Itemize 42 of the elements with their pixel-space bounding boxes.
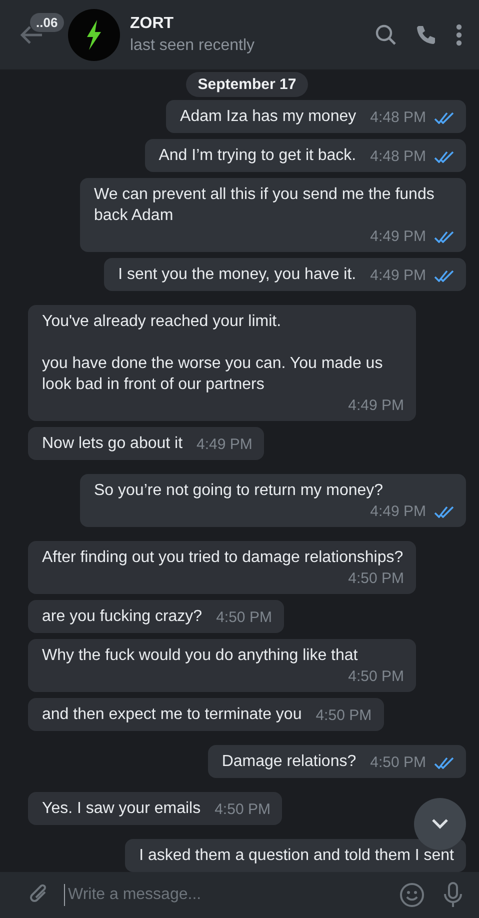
message-time: 4:49 PM xyxy=(370,267,426,285)
date-pill: September 17 xyxy=(186,72,308,97)
message-time: 4:50 PM xyxy=(348,668,404,686)
message-text: So you’re not going to return my money? xyxy=(94,481,384,501)
message-text: We can prevent all this if you send me the funds back Adam xyxy=(94,185,436,226)
message-text: Now lets go about it xyxy=(42,434,183,454)
smiley-icon xyxy=(399,882,425,908)
message-text: Why the fuck would you do anything like that xyxy=(42,646,358,666)
phone-icon xyxy=(415,24,437,46)
message-text: And I’m trying to get it back. xyxy=(158,146,356,166)
message-text: I asked them a question and told them I sent xyxy=(139,846,454,866)
lightning-icon xyxy=(85,20,103,50)
message-input-field[interactable]: Write a message... xyxy=(64,884,385,906)
message-text: Yes. I saw your emails xyxy=(42,799,201,819)
message-time: 4:49 PM xyxy=(348,397,404,415)
message-time: 4:50 PM xyxy=(316,707,372,725)
scroll-down-button[interactable] xyxy=(414,798,466,850)
message-text: are you fucking crazy? xyxy=(42,607,202,627)
chevron-down-icon xyxy=(430,818,450,830)
message-composer[interactable]: Write a message... xyxy=(0,872,479,918)
message-text: Adam Iza has my money xyxy=(180,107,356,127)
message-text: You've already reached your limit. you have done the worse you can. You made us look bad in front of our partners xyxy=(42,312,384,395)
unread-count-badge: ..06 xyxy=(30,12,64,32)
more-icon xyxy=(455,22,463,46)
message-text: and then expect me to terminate you xyxy=(42,705,302,725)
last-seen-status: last seen recently xyxy=(130,36,256,54)
message-time: 4:50 PM xyxy=(348,570,404,588)
message-time: 4:48 PM xyxy=(370,148,426,166)
message-text: After finding out you tried to damage relationships? xyxy=(42,548,404,568)
message-text: I sent you the money, you have it. xyxy=(118,265,356,285)
search-icon xyxy=(375,24,397,46)
message-text: Damage relations? xyxy=(222,752,356,772)
microphone-icon xyxy=(443,881,463,909)
avatar[interactable] xyxy=(68,8,120,60)
message-time: 4:49 PM xyxy=(370,503,426,521)
message-time: 4:50 PM xyxy=(216,609,272,627)
message-time: 4:48 PM xyxy=(370,109,426,127)
message-time: 4:50 PM xyxy=(370,754,426,772)
message-time: 4:49 PM xyxy=(370,228,426,246)
chat-title: ZORT xyxy=(130,14,175,32)
message-time: 4:50 PM xyxy=(214,801,270,819)
message-time: 4:49 PM xyxy=(196,436,252,454)
